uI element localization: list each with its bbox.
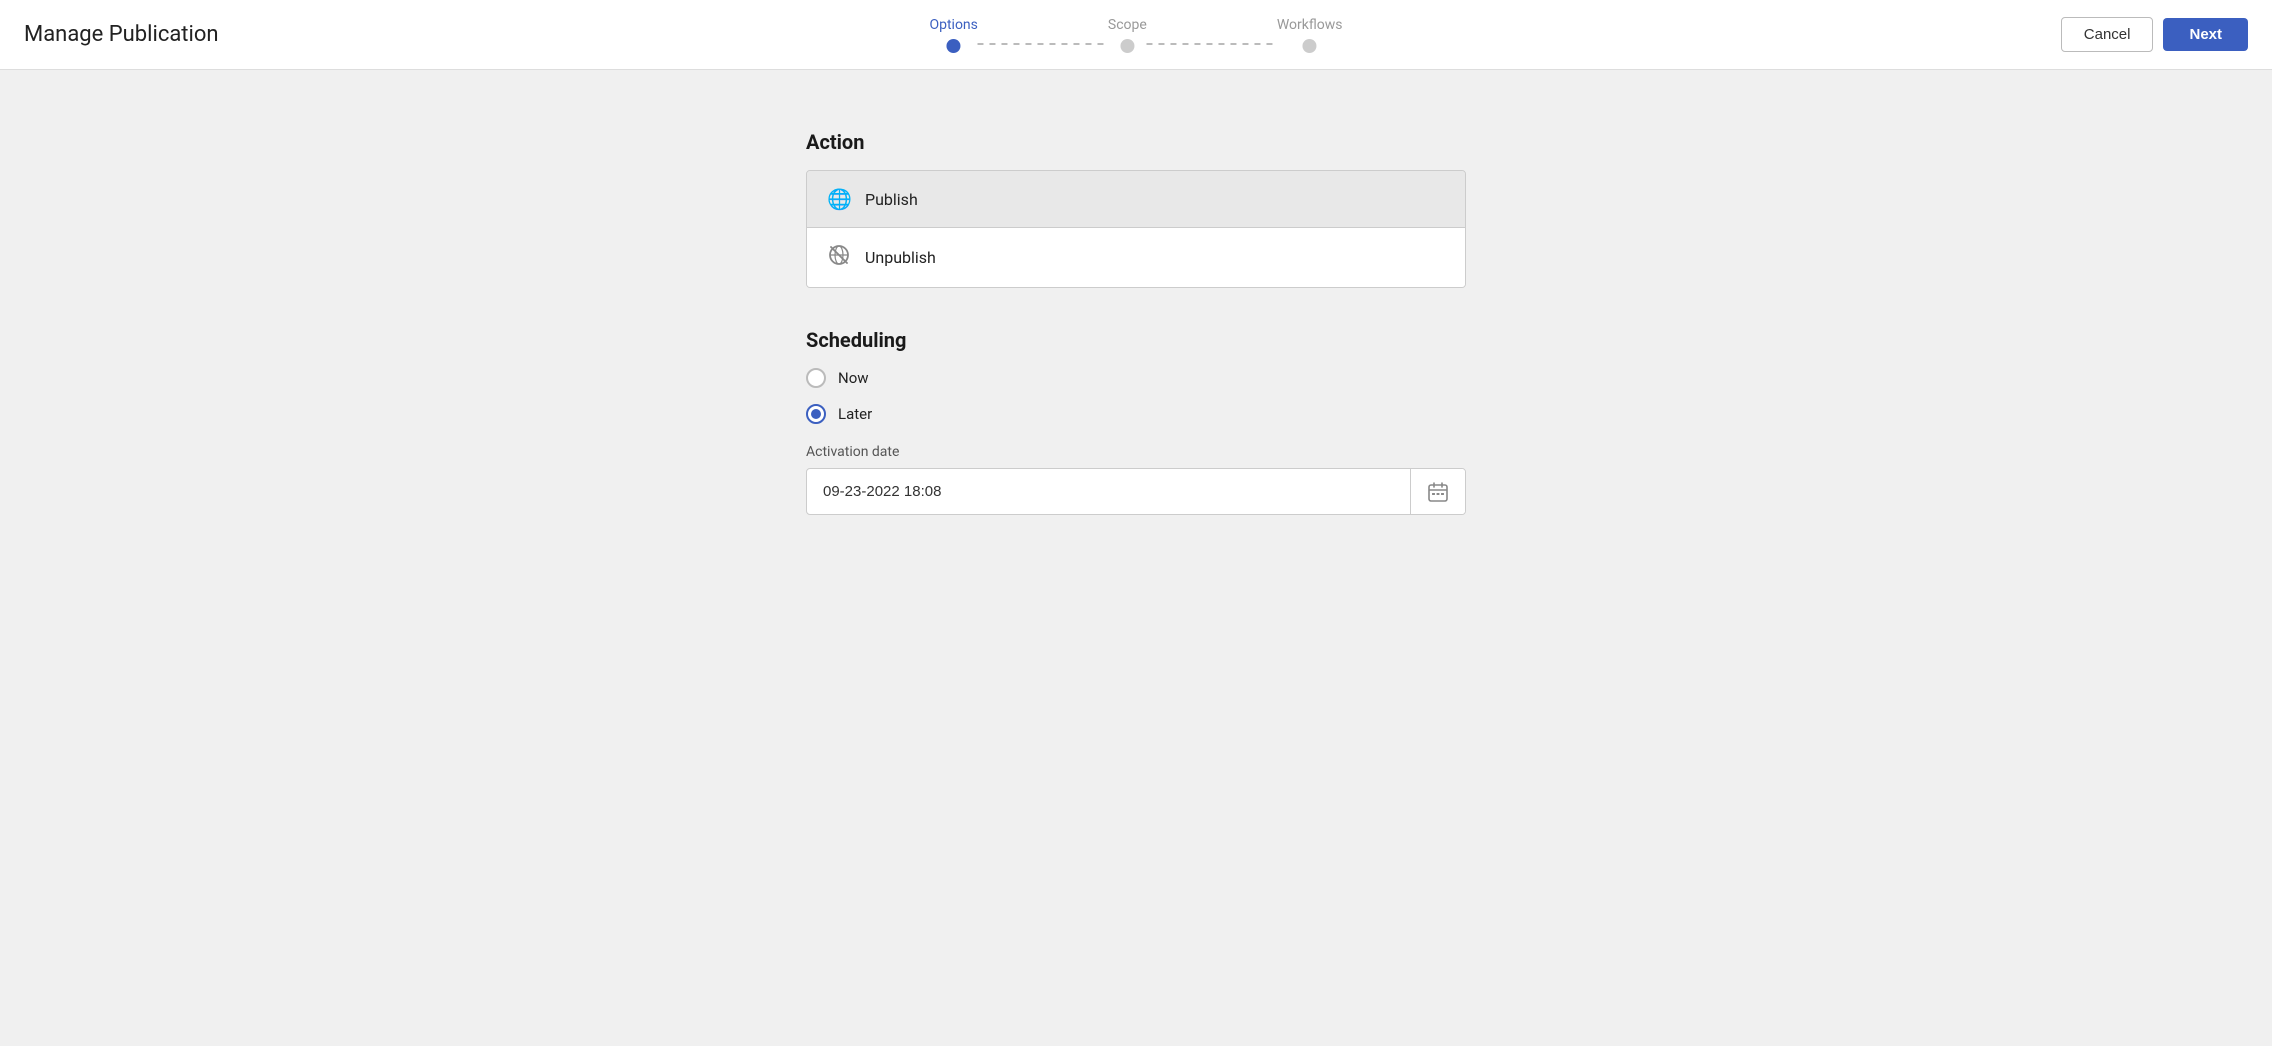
step-options-dot bbox=[947, 39, 961, 53]
scheduling-section-title: Scheduling bbox=[806, 328, 1466, 352]
main-content: Action 🌐 Publish Unpublish bbox=[0, 70, 2272, 575]
action-item-unpublish-label: Unpublish bbox=[865, 248, 936, 267]
action-item-publish[interactable]: 🌐 Publish bbox=[807, 171, 1465, 228]
scheduling-section: Scheduling Now Later Activation date bbox=[806, 328, 1466, 515]
step-options-label: Options bbox=[929, 17, 977, 33]
action-item-unpublish[interactable]: Unpublish bbox=[807, 228, 1465, 287]
step-workflows: Workflows bbox=[1277, 17, 1343, 53]
globe-icon: 🌐 bbox=[827, 187, 851, 211]
step-workflows-label: Workflows bbox=[1277, 17, 1343, 33]
step-line-1 bbox=[978, 43, 1108, 45]
calendar-icon bbox=[1427, 481, 1449, 503]
step-scope-indicator bbox=[1120, 39, 1134, 53]
step-options-indicator bbox=[947, 39, 961, 53]
page-title: Manage Publication bbox=[24, 22, 219, 47]
step-scope-label: Scope bbox=[1108, 17, 1147, 33]
radio-later-label: Later bbox=[838, 405, 872, 423]
header: Manage Publication Options Scope Workflo… bbox=[0, 0, 2272, 70]
radio-later-circle bbox=[806, 404, 826, 424]
step-line-2 bbox=[1147, 43, 1277, 45]
content-area: Action 🌐 Publish Unpublish bbox=[806, 130, 1466, 515]
step-line-2-bar bbox=[1147, 43, 1277, 45]
action-list: 🌐 Publish Unpublish bbox=[806, 170, 1466, 288]
unpublish-icon bbox=[827, 244, 851, 271]
step-workflows-dot bbox=[1303, 39, 1317, 53]
step-workflows-indicator bbox=[1303, 39, 1317, 53]
scheduling-radio-group: Now Later bbox=[806, 368, 1466, 424]
calendar-button[interactable] bbox=[1410, 469, 1465, 514]
radio-now-label: Now bbox=[838, 369, 869, 387]
activation-date-input[interactable] bbox=[807, 469, 1410, 514]
activation-date-label: Activation date bbox=[806, 444, 1466, 460]
cancel-button[interactable]: Cancel bbox=[2061, 17, 2154, 52]
action-item-publish-label: Publish bbox=[865, 190, 918, 209]
radio-now[interactable]: Now bbox=[806, 368, 1466, 388]
stepper: Options Scope Workflows bbox=[929, 17, 1342, 53]
header-actions: Cancel Next bbox=[2061, 17, 2248, 52]
step-options: Options bbox=[929, 17, 977, 53]
date-input-wrapper bbox=[806, 468, 1466, 515]
step-line-1-bar bbox=[978, 43, 1108, 45]
radio-later[interactable]: Later bbox=[806, 404, 1466, 424]
radio-now-circle bbox=[806, 368, 826, 388]
action-section-title: Action bbox=[806, 130, 1466, 154]
next-button[interactable]: Next bbox=[2163, 18, 2248, 51]
step-scope: Scope bbox=[1108, 17, 1147, 53]
step-scope-dot bbox=[1120, 39, 1134, 53]
